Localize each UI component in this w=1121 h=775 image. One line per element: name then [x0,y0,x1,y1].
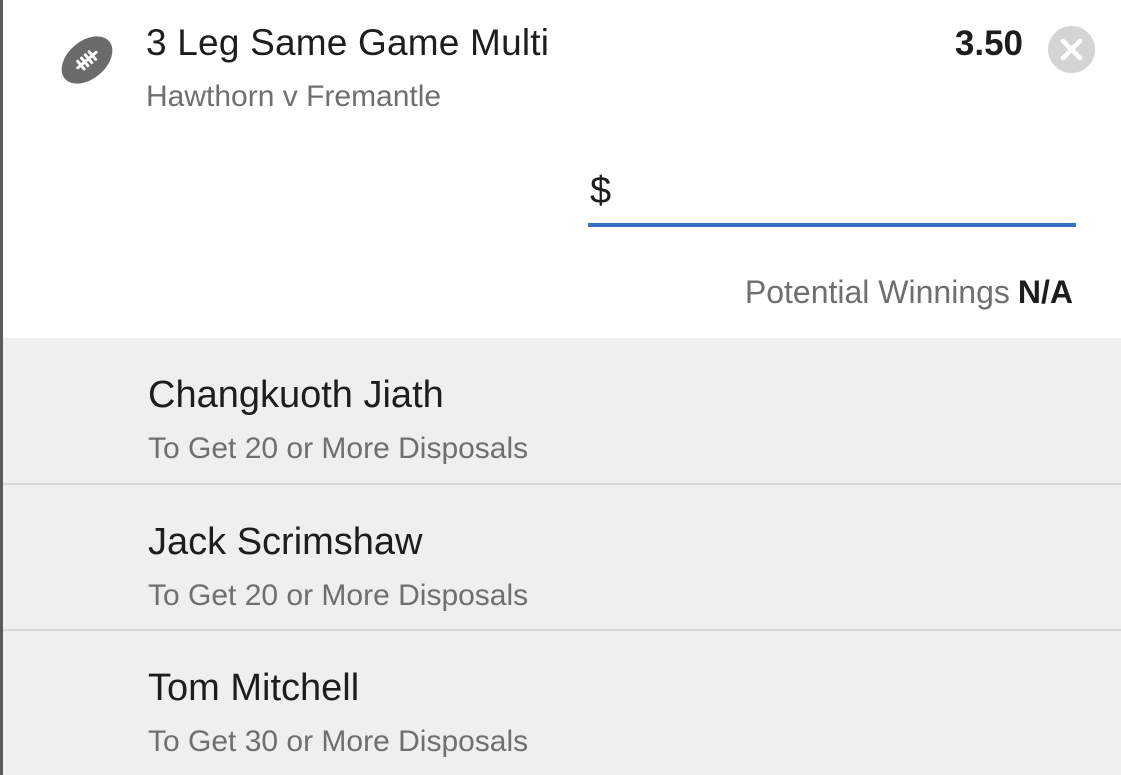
leg-player: Changkuoth Jiath [148,374,444,416]
winnings-value: N/A [1017,274,1073,310]
bet-slip-window: 3 Leg Same Game Multi Hawthorn v Fremant… [0,0,1121,775]
remove-bet-button[interactable] [1048,26,1095,73]
currency-symbol: $ [590,170,612,212]
list-item: Jack Scrimshaw To Get 20 or More Disposa… [3,485,1121,631]
stake-input[interactable] [622,172,1066,218]
bet-title: 3 Leg Same Game Multi [146,22,550,63]
leg-market: To Get 20 or More Disposals [148,432,529,465]
winnings-label: Potential Winnings [744,274,1010,310]
stake-field: $ [588,168,1076,227]
list-item: Tom Mitchell To Get 30 or More Disposals [3,631,1121,775]
leg-player: Jack Scrimshaw [148,521,423,563]
match-name: Hawthorn v Fremantle [146,80,442,113]
leg-market: To Get 20 or More Disposals [148,579,529,612]
legs-list: Changkuoth Jiath To Get 20 or More Dispo… [3,338,1121,775]
potential-winnings: Potential Winnings N/A [745,274,1073,311]
leg-player: Tom Mitchell [148,667,360,709]
bet-card: 3 Leg Same Game Multi Hawthorn v Fremant… [3,0,1121,338]
bet-odds: 3.50 [954,24,1023,63]
list-item: Changkuoth Jiath To Get 20 or More Dispo… [3,338,1121,484]
leg-market: To Get 30 or More Disposals [148,725,529,758]
football-icon [58,33,116,87]
